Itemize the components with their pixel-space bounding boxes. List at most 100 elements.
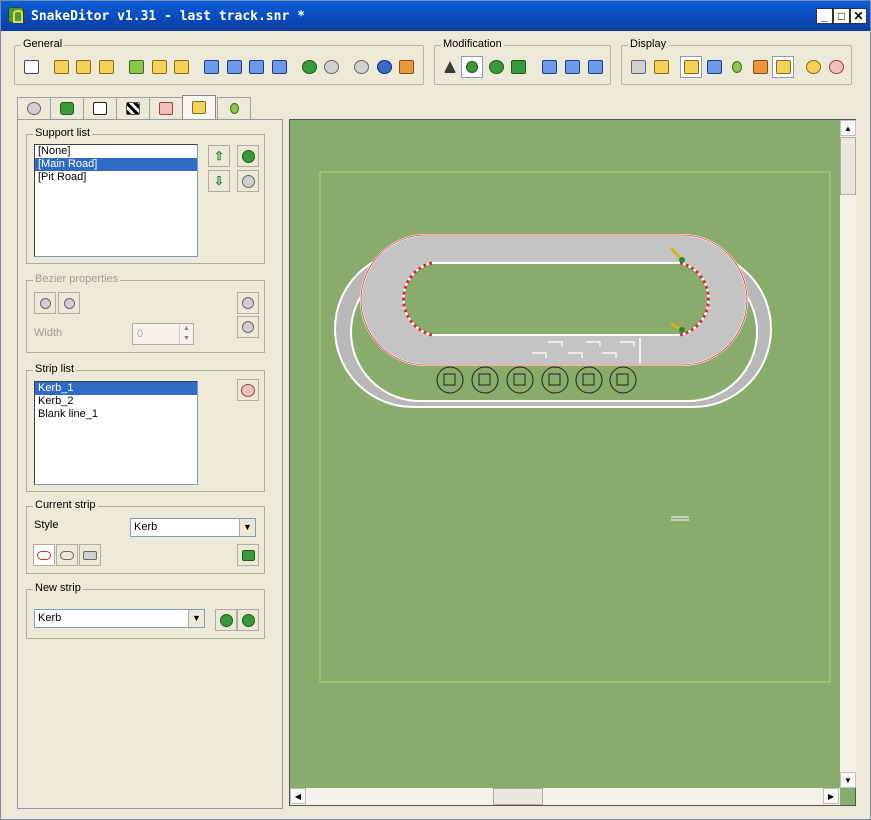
open-recent-icon[interactable]: [72, 56, 94, 78]
close-button[interactable]: ✕: [850, 8, 867, 24]
strip-shape-1-button[interactable]: [33, 544, 55, 566]
chevron-down-icon[interactable]: ▼: [239, 519, 255, 536]
add-strip-list-button[interactable]: [215, 609, 237, 631]
tab-elevation[interactable]: [83, 97, 117, 119]
corner-point-button[interactable]: [58, 292, 80, 314]
background-image-icon[interactable]: [650, 56, 672, 78]
window-layout-3-icon[interactable]: [245, 56, 267, 78]
strip-list-group: Strip list Kerb_1 Kerb_2 Blank line_1: [26, 363, 265, 492]
draw-line-icon[interactable]: [538, 56, 560, 78]
minimize-button[interactable]: _: [816, 8, 833, 24]
support-list-label: Support list: [33, 127, 93, 139]
chevron-down-icon[interactable]: ▼: [188, 610, 204, 627]
show-texture-icon[interactable]: [680, 56, 702, 78]
horizontal-scroll-thumb[interactable]: [493, 788, 543, 805]
tab-objects[interactable]: [217, 97, 251, 119]
strip-shape-3-button[interactable]: [79, 544, 101, 566]
window-layout-4-icon[interactable]: [268, 56, 290, 78]
list-item[interactable]: Blank line_1: [35, 408, 197, 421]
maximize-button[interactable]: □: [833, 8, 850, 24]
smooth-point-button[interactable]: [34, 292, 56, 314]
strip-listbox[interactable]: Kerb_1 Kerb_2 Blank line_1: [34, 381, 198, 485]
select-arrow-icon[interactable]: [439, 56, 461, 78]
show-road-icon[interactable]: [703, 56, 725, 78]
add-support-button[interactable]: [237, 145, 259, 167]
kerb-shape-icon: [37, 550, 51, 560]
move-up-button[interactable]: ⇧: [208, 145, 230, 167]
current-strip-label: Current strip: [33, 499, 98, 511]
corner-icon: [63, 297, 75, 309]
tab-track[interactable]: [50, 97, 84, 119]
import-icon[interactable]: [95, 56, 117, 78]
list-item[interactable]: Kerb_2: [35, 395, 197, 408]
style-dropdown[interactable]: Kerb ▼: [130, 518, 256, 537]
move-icon[interactable]: [461, 56, 483, 78]
scroll-left-arrow[interactable]: ◀: [290, 788, 306, 804]
add-strip-button[interactable]: [237, 609, 259, 631]
vertical-scroll-thumb[interactable]: [840, 137, 856, 195]
zoom-plus-button[interactable]: [237, 292, 259, 314]
strip-shape-2-button[interactable]: [56, 544, 78, 566]
scroll-down-arrow[interactable]: ▼: [840, 772, 856, 788]
minus-icon: [242, 321, 254, 333]
redo-icon[interactable]: [320, 56, 342, 78]
scroll-up-arrow[interactable]: ▲: [840, 120, 856, 136]
list-item[interactable]: Kerb_1: [35, 382, 197, 395]
exit-icon[interactable]: [395, 56, 417, 78]
window-layout-1-icon[interactable]: [200, 56, 222, 78]
settings-icon[interactable]: [350, 56, 372, 78]
zoom-out-icon[interactable]: [825, 56, 847, 78]
show-bezier-icon[interactable]: [749, 56, 771, 78]
remove-support-button[interactable]: [237, 170, 259, 192]
export-icon[interactable]: [170, 56, 192, 78]
fill-shape-icon: [83, 550, 97, 560]
undo-icon[interactable]: [298, 56, 320, 78]
move-down-button[interactable]: ⇩: [208, 170, 230, 192]
bezier-properties-group: Bezier properties Width 0 ▲ ▼: [26, 273, 265, 353]
insert-point-icon[interactable]: [561, 56, 583, 78]
tab-bezier[interactable]: [149, 97, 183, 119]
new-file-icon[interactable]: [20, 56, 42, 78]
zoom-minus-button[interactable]: [237, 316, 259, 338]
save-icon[interactable]: [125, 56, 147, 78]
spin-down-button[interactable]: ▼: [179, 334, 193, 344]
link-point-icon[interactable]: [584, 56, 606, 78]
open-file-icon[interactable]: [50, 56, 72, 78]
scroll-right-arrow[interactable]: ▶: [823, 788, 839, 804]
show-objects-icon[interactable]: [726, 56, 748, 78]
curve-icon: [159, 102, 173, 115]
apply-style-button[interactable]: [237, 544, 259, 566]
help-icon[interactable]: [373, 56, 395, 78]
list-item[interactable]: [Main Road]: [35, 158, 197, 171]
tab-settings[interactable]: [17, 97, 51, 119]
display-toolbar: Display: [621, 38, 852, 85]
brush-icon: [192, 101, 206, 114]
window-layout-2-icon[interactable]: [223, 56, 245, 78]
width-spinner[interactable]: 0 ▲ ▼: [132, 323, 194, 345]
vertical-scrollbar[interactable]: ▲ ▼: [840, 120, 856, 788]
rotate-icon[interactable]: [485, 56, 507, 78]
delete-strip-button[interactable]: [237, 379, 259, 401]
list-item[interactable]: [Pit Road]: [35, 171, 197, 184]
apply-icon: [241, 549, 255, 561]
3d-view-icon[interactable]: [627, 56, 649, 78]
app-window: SnakeDitor v1.31 - last track.snr * _ □ …: [0, 0, 871, 820]
track-canvas[interactable]: [289, 119, 856, 806]
width-label: Width: [34, 327, 63, 339]
gear-icon: [27, 102, 41, 115]
spin-up-button[interactable]: ▲: [179, 324, 193, 334]
new-strip-dropdown[interactable]: Kerb ▼: [34, 609, 205, 628]
tab-strips[interactable]: [182, 95, 216, 119]
scale-icon[interactable]: [507, 56, 529, 78]
tab-start-finish[interactable]: [116, 97, 150, 119]
style-value: Kerb: [134, 521, 158, 533]
zoom-in-icon[interactable]: [802, 56, 824, 78]
current-strip-group: Current strip Style Kerb ▼: [26, 499, 265, 574]
title-bar[interactable]: SnakeDitor v1.31 - last track.snr * _ □ …: [1, 1, 870, 31]
support-listbox[interactable]: [None] [Main Road] [Pit Road]: [34, 144, 198, 257]
app-logo-icon: [8, 7, 24, 23]
show-strips-icon[interactable]: [772, 56, 794, 78]
list-item[interactable]: [None]: [35, 145, 197, 158]
save-as-icon[interactable]: [148, 56, 170, 78]
horizontal-scrollbar[interactable]: ◀ ▶: [290, 788, 840, 805]
